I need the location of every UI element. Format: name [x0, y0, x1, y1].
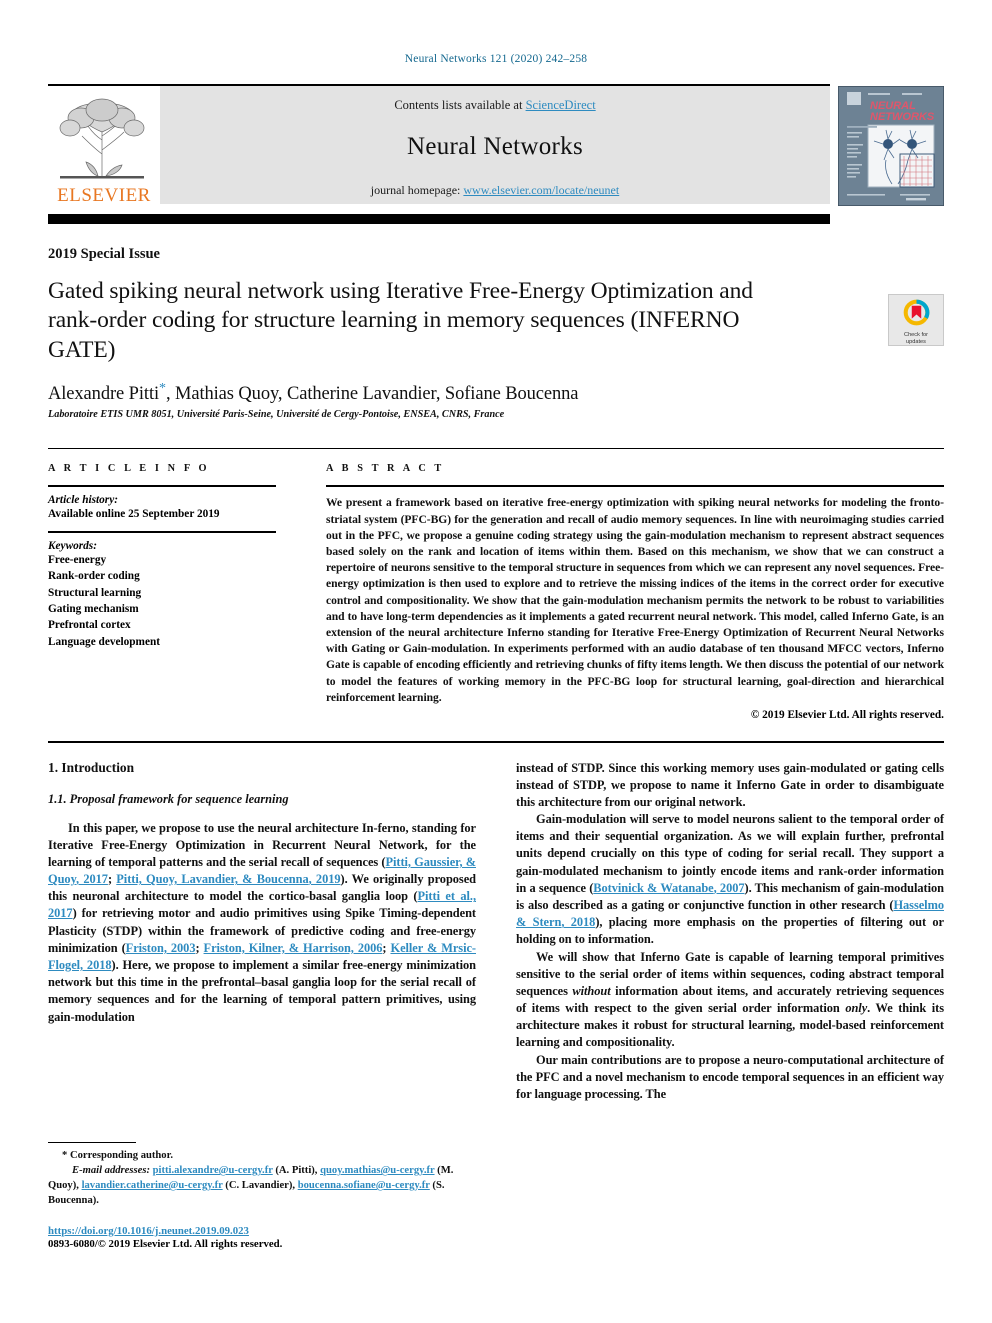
keyword-item: Rank-order coding — [48, 570, 140, 583]
article-info-heading: A R T I C L E I N F O — [48, 463, 210, 475]
author-first: Alexandre Pitti — [48, 384, 160, 405]
right-paragraph-4: Our main contributions are to propose a … — [516, 1052, 944, 1101]
sep: ; — [195, 940, 204, 955]
emphasis-without: without — [572, 983, 611, 998]
keyword-item: Free-energy — [48, 553, 107, 566]
abstract-rule — [326, 485, 944, 488]
affiliation: Laboratoire ETIS UMR 8051, Université Pa… — [48, 409, 505, 421]
section-heading-introduction: 1. Introduction — [48, 759, 135, 775]
abstract-column: A B S T R A C T We present a framework b… — [300, 463, 944, 721]
crossmark-line2: updates — [906, 338, 926, 345]
email3-who: (C. Lavandier), — [225, 1179, 296, 1191]
authors-rest: , Mathias Quoy, Catherine Lavandier, Sof… — [165, 384, 579, 405]
article-info-column: A R T I C L E I N F O Article history: A… — [48, 463, 300, 721]
article-history-label: Article history: — [48, 494, 118, 507]
email-link-lavandier[interactable]: lavandier.catherine@u-cergy.fr — [82, 1180, 223, 1191]
citation-link[interactable]: Botvinick & Watanabe — [593, 881, 713, 895]
article-info-rule — [48, 485, 276, 488]
emphasis-only: only — [845, 1001, 868, 1016]
keywords-divider — [48, 531, 276, 533]
keywords-list: Free-energy Rank-order coding Structural… — [48, 552, 276, 650]
crossmark-badge[interactable]: Check for updates — [888, 294, 944, 346]
crossmark-icon — [903, 299, 929, 326]
citation-link[interactable]: Pitti, Quoy, Lavandier, & Boucenna — [116, 872, 308, 886]
footnote-block: * Corresponding author. E-mail addresses… — [48, 1141, 476, 1250]
keyword-item: Gating mechanism — [48, 602, 139, 615]
contents-line: Contents lists available at ScienceDirec… — [170, 98, 820, 113]
citation-link[interactable]: Friston, Kilner, & Harrison, 2006 — [204, 941, 383, 955]
citation-year-link[interactable]: , 2017 — [76, 872, 108, 886]
contents-prefix: Contents lists available at — [394, 98, 526, 112]
masthead-center: Contents lists available at ScienceDirec… — [160, 86, 830, 204]
journal-cover-image: NEURAL NETWORKS — [837, 85, 945, 207]
right-paragraph-3: We will show that Inferno Gate is capabl… — [516, 949, 944, 1052]
masthead-bottom-bar — [48, 214, 830, 224]
journal-homepage-line: journal homepage: www.elsevier.com/locat… — [170, 183, 820, 198]
sciencedirect-link[interactable]: ScienceDirect — [526, 98, 596, 112]
abstract-bottom-rule — [48, 741, 944, 743]
issn-copyright-line: 0893-6080/© 2019 Elsevier Ltd. All right… — [48, 1237, 283, 1250]
email1-who: (A. Pitti), — [272, 1165, 318, 1177]
footnote-rule — [48, 1141, 136, 1144]
citation-year-link[interactable]: , 2007 — [714, 881, 745, 895]
article-title: Gated spiking neural network using Itera… — [48, 278, 753, 363]
running-head: Neural Networks 121 (2020) 242–258 — [404, 53, 588, 65]
journal-cover-thumbnail: NEURAL NETWORKS — [837, 85, 945, 207]
abstract-copyright: © 2019 Elsevier Ltd. All rights reserved… — [750, 709, 944, 722]
subsection-heading: 1.1. Proposal framework for sequence lea… — [48, 791, 289, 806]
lp1d: ). Here, we propose to implement a simil… — [48, 958, 476, 1024]
left-paragraph-1: In this paper, we propose to use the neu… — [48, 820, 476, 1026]
journal-homepage-link[interactable]: www.elsevier.com/locate/neunet — [463, 183, 619, 197]
keyword-item: Language development — [48, 635, 161, 648]
body-columns: 1. Introduction 1.1. Proposal framework … — [48, 760, 944, 1250]
crossmark-label: Check for updates — [889, 332, 943, 346]
keyword-item: Prefrontal cortex — [48, 619, 131, 632]
elsevier-logo: ELSEVIER — [48, 86, 160, 207]
right-paragraph-2: Gain-modulation will serve to model neur… — [516, 811, 944, 948]
journal-masthead: ELSEVIER Contents lists available at Sci… — [48, 84, 945, 224]
email-link-quoy[interactable]: quoy.mathias@u-cergy.fr — [320, 1165, 434, 1176]
special-issue-label: 2019 Special Issue — [48, 246, 160, 262]
title-block: Check for updates Gated spiking neural n… — [48, 277, 944, 420]
abstract-heading: A B S T R A C T — [326, 463, 445, 475]
doi-line: https://doi.org/10.1016/j.neunet.2019.09… — [48, 1225, 476, 1237]
crossmark-line1: Check for — [904, 332, 928, 338]
corr-text: Corresponding author. — [69, 1150, 173, 1162]
journal-name: Neural Networks — [407, 133, 583, 160]
paper-page: Neural Networks 121 (2020) 242–258 ELSEV… — [0, 0, 992, 1323]
left-column: 1. Introduction 1.1. Proposal framework … — [48, 760, 476, 1250]
corresponding-author-note: * Corresponding author. — [48, 1149, 476, 1164]
homepage-prefix: journal homepage: — [370, 183, 464, 197]
keywords-label: Keywords: — [48, 539, 97, 552]
citation-year-link[interactable]: , 2018 — [561, 915, 595, 929]
elsevier-wordmark: ELSEVIER — [57, 185, 151, 206]
info-top-rule — [48, 448, 944, 450]
right-column: instead of STDP. Since this working memo… — [516, 760, 944, 1250]
citation-year-link[interactable]: , 2019 — [309, 872, 341, 886]
elsevier-tree-icon — [59, 98, 145, 179]
article-history-value: Available online 25 September 2019 — [48, 508, 220, 521]
corr-star: * — [62, 1150, 68, 1162]
author-list: Alexandre Pitti*, Mathias Quoy, Catherin… — [48, 381, 944, 405]
email-addresses: E-mail addresses: pitti.alexandre@u-cerg… — [48, 1164, 476, 1208]
right-paragraph-1: instead of STDP. Since this working memo… — [516, 760, 944, 809]
email-link-boucenna[interactable]: boucenna.sofiane@u-cergy.fr — [298, 1180, 430, 1191]
email-label: E-mail addresses: — [72, 1165, 150, 1177]
svg-text:NETWORKS: NETWORKS — [870, 111, 935, 123]
doi-link[interactable]: https://doi.org/10.1016/j.neunet.2019.09… — [48, 1225, 249, 1237]
keyword-item: Structural learning — [48, 586, 142, 599]
citation-link[interactable]: Friston, 2003 — [126, 941, 196, 955]
corresponding-author-marker: * — [159, 381, 166, 397]
abstract-text: We present a framework based on iterativ… — [326, 496, 944, 704]
email-link-pitti[interactable]: pitti.alexandre@u-cergy.fr — [153, 1165, 273, 1176]
